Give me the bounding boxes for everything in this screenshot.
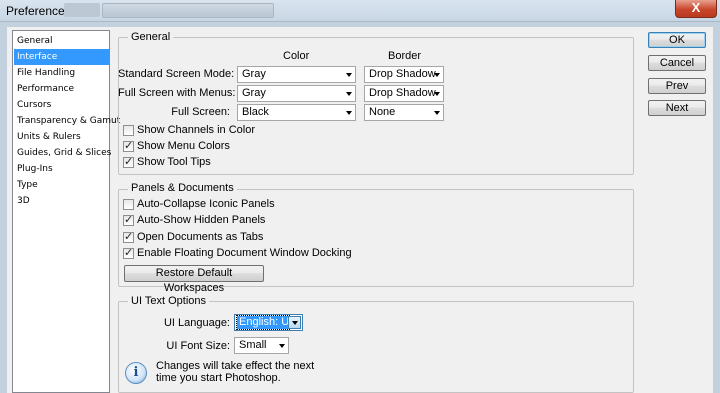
close-button[interactable]: X [675, 0, 717, 18]
chevron-down-icon [434, 73, 440, 77]
sidebar-item-performance[interactable]: Performance [14, 81, 109, 97]
dropdown-button[interactable] [288, 316, 301, 329]
chevron-down-icon [346, 111, 352, 115]
chevron-down-icon [346, 92, 352, 96]
checkbox-box: ✓ [123, 140, 134, 152]
restart-note-line-1: Changes will take effect the next [156, 360, 315, 372]
title-bar: Preferences X [0, 0, 720, 22]
standard-screen-color-select[interactable]: Gray [237, 66, 356, 83]
full-screen-menus-color-select[interactable]: Gray [237, 85, 356, 102]
info-icon: i [125, 362, 147, 384]
checkbox-box: ✓ [123, 156, 134, 168]
sidebar-item-cursors[interactable]: Cursors [14, 97, 109, 113]
checkbox-box: ✓ [123, 214, 134, 226]
check-icon: ✓ [124, 247, 134, 259]
standard-screen-color-value: Gray [242, 68, 266, 80]
chevron-down-icon [434, 92, 440, 96]
sidebar-item-guides-grid-slices[interactable]: Guides, Grid & Slices [14, 145, 111, 161]
sidebar-item-plug-ins[interactable]: Plug-Ins [14, 161, 109, 177]
panels-documents-group-title: Panels & Documents [128, 182, 237, 194]
restore-default-workspaces-button[interactable]: Restore Default Workspaces [124, 265, 264, 294]
chevron-down-icon [279, 344, 285, 348]
full-screen-color-value: Black [242, 106, 269, 118]
next-button[interactable]: Next [648, 100, 706, 116]
full-screen-menus-color-value: Gray [242, 87, 266, 99]
ui-text-options-group-title: UI Text Options [128, 295, 209, 307]
checkbox-box [123, 125, 134, 136]
sidebar-item-file-handling[interactable]: File Handling [14, 65, 109, 81]
full-screen-border-value: None [369, 106, 396, 118]
sidebar-item-type[interactable]: Type [14, 177, 109, 193]
full-screen-menus-border-value: Drop Shadow [369, 87, 436, 99]
sidebar-item-general[interactable]: General [14, 33, 109, 49]
standard-screen-mode-label: Standard Screen Mode: [118, 68, 235, 80]
blurred-title-area [64, 3, 100, 17]
sidebar-item-3d[interactable]: 3D [14, 193, 109, 209]
restart-note-line-2: time you start Photoshop. [156, 372, 281, 384]
check-icon: ✓ [124, 140, 134, 152]
chevron-down-icon [346, 73, 352, 77]
standard-screen-border-value: Drop Shadow [369, 68, 436, 80]
chevron-down-icon [434, 111, 440, 115]
full-screen-label: Full Screen: [171, 106, 230, 118]
border-column-header: Border [388, 50, 422, 62]
check-icon: ✓ [124, 214, 134, 226]
ok-button[interactable]: OK [648, 32, 706, 48]
color-column-header: Color [283, 50, 310, 62]
general-group-title: General [128, 31, 174, 43]
ui-font-size-select[interactable]: Small [234, 337, 289, 354]
full-screen-border-select[interactable]: None [364, 104, 444, 121]
sidebar-item-units-rulers[interactable]: Units & Rulers [14, 129, 109, 145]
sidebar-item-interface[interactable]: Interface [14, 49, 109, 65]
ui-language-label: UI Language: [163, 317, 230, 329]
full-screen-color-select[interactable]: Black [237, 104, 356, 121]
sidebar-item-transparency-gamut[interactable]: Transparency & Gamut [14, 113, 120, 129]
blurred-tab-area [102, 3, 274, 18]
window-title: Preferences [6, 4, 71, 18]
ui-font-size-value: Small [239, 339, 267, 351]
standard-screen-border-select[interactable]: Drop Shadow [364, 66, 444, 83]
check-icon: ✓ [124, 156, 134, 168]
preferences-category-list[interactable]: General Interface File Handling Performa… [12, 30, 120, 393]
ui-language-select[interactable]: English: UK [234, 314, 303, 331]
checkbox-box [123, 199, 134, 210]
cancel-button[interactable]: Cancel [648, 55, 706, 71]
chevron-down-icon [292, 321, 298, 325]
checkbox-box: ✓ [123, 247, 134, 259]
prev-button[interactable]: Prev [648, 78, 706, 94]
checkbox-box: ✓ [123, 231, 134, 243]
check-icon: ✓ [124, 231, 134, 243]
full-screen-menus-label: Full Screen with Menus: [118, 87, 236, 99]
ui-font-size-label: UI Font Size: [166, 340, 230, 352]
full-screen-menus-border-select[interactable]: Drop Shadow [364, 85, 444, 102]
